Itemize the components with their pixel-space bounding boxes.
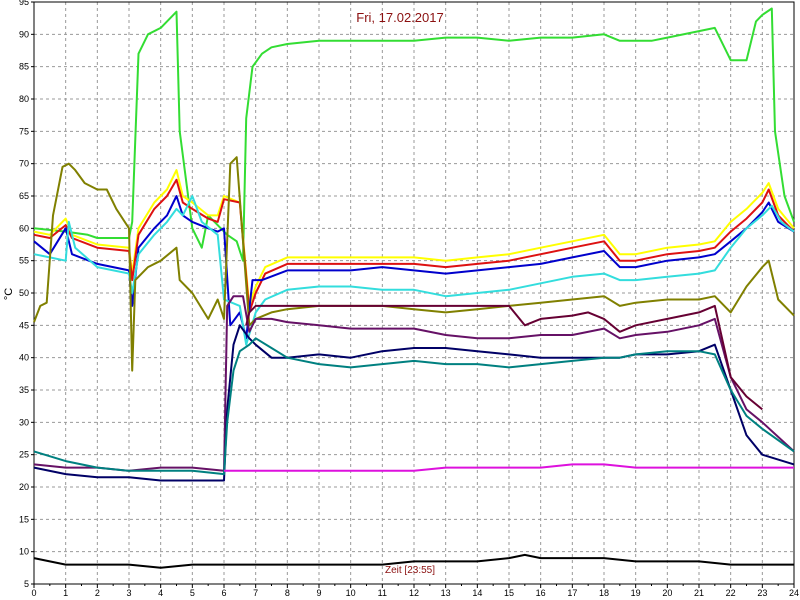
x-tick-label: 6 [221, 588, 226, 598]
y-tick-label: 35 [19, 385, 29, 395]
x-axis-label: Zeit [23:55] [385, 565, 435, 576]
y-axis-label: °C [3, 288, 15, 300]
y-tick-label: 75 [19, 126, 29, 136]
x-tick-label: 5 [190, 588, 195, 598]
x-tick-label: 16 [536, 588, 546, 598]
x-tick-label: 13 [441, 588, 451, 598]
x-tick-label: 21 [694, 588, 704, 598]
y-tick-label: 50 [19, 288, 29, 298]
x-tick-label: 2 [95, 588, 100, 598]
x-tick-label: 8 [285, 588, 290, 598]
y-tick-label: 85 [19, 62, 29, 72]
x-tick-label: 4 [158, 588, 163, 598]
chart-title: Fri, 17.02.2017 [356, 10, 443, 25]
y-tick-label: 80 [19, 94, 29, 104]
x-tick-label: 18 [599, 588, 609, 598]
x-tick-label: 14 [472, 588, 482, 598]
x-tick-label: 9 [316, 588, 321, 598]
y-tick-label: 95 [19, 0, 29, 7]
x-tick-label: 3 [126, 588, 131, 598]
temperature-line-chart: Fri, 17.02.2017 Zeit [23:55] °C 01234567… [3, 0, 799, 598]
x-tick-label: 10 [346, 588, 356, 598]
y-tick-label: 10 [19, 547, 29, 557]
x-tick-label: 23 [757, 588, 767, 598]
x-tick-label: 15 [504, 588, 514, 598]
axes [31, 1, 795, 588]
y-tick-label: 65 [19, 191, 29, 201]
x-tick-label: 1 [63, 588, 68, 598]
y-tick-label: 90 [19, 29, 29, 39]
y-tick-label: 45 [19, 320, 29, 330]
y-tick-label: 40 [19, 353, 29, 363]
y-tick-label: 25 [19, 450, 29, 460]
y-tick-label: 60 [19, 223, 29, 233]
series-line-9 [33, 324, 795, 482]
x-tick-label: 7 [253, 588, 258, 598]
x-tick-label: 11 [378, 588, 387, 598]
x-tick-label: 20 [662, 588, 672, 598]
x-tick-label: 17 [567, 588, 577, 598]
x-tick-label: 19 [631, 588, 641, 598]
y-tick-label: 20 [19, 482, 29, 492]
x-tick-label: 22 [726, 588, 736, 598]
y-tick-label: 55 [19, 256, 29, 266]
y-tick-label: 5 [24, 579, 29, 589]
grid [34, 2, 794, 584]
x-tick-label: 24 [789, 588, 799, 598]
y-tick-label: 15 [19, 514, 29, 524]
x-tick-label: 0 [31, 588, 36, 598]
y-tick-label: 70 [19, 159, 29, 169]
y-tick-label: 30 [19, 417, 29, 427]
x-tick-label: 12 [409, 588, 419, 598]
